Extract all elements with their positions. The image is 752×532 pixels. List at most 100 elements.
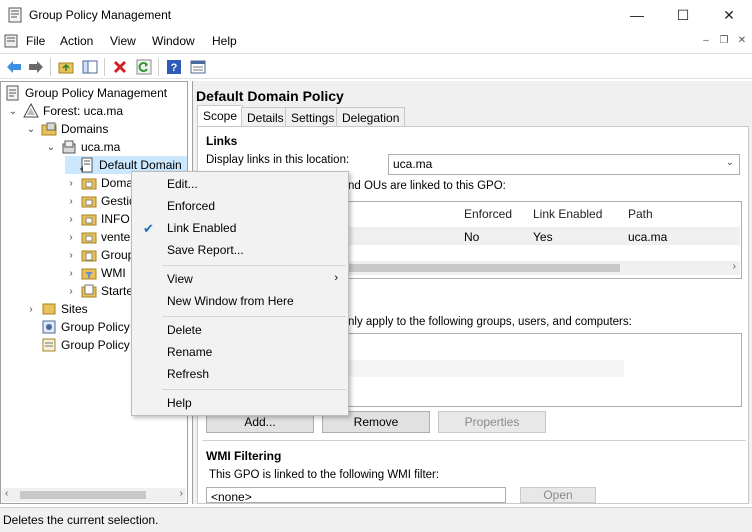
menu-item-label: View [167, 272, 193, 286]
scroll-thumb[interactable] [348, 264, 620, 272]
expand-chevron-icon[interactable]: › [65, 177, 77, 189]
tree-label: Gestic [101, 194, 136, 208]
forward-arrow-icon[interactable] [26, 57, 46, 77]
properties-icon[interactable] [188, 57, 208, 77]
tree-label: Doma [101, 176, 134, 190]
show-hide-tree-icon[interactable] [80, 57, 100, 77]
tree-item-starter-gpos[interactable]: › Starte [65, 282, 133, 300]
tree-item-group-policy-modeling[interactable]: Group Policy [41, 318, 130, 336]
status-text: Deletes the current selection. [3, 513, 159, 527]
menu-view[interactable]: View [110, 34, 136, 48]
location-combobox[interactable]: uca.ma ⌄ [388, 154, 740, 175]
forest-icon [23, 103, 39, 118]
expand-chevron-icon[interactable]: › [65, 285, 77, 297]
console-icon [4, 34, 18, 48]
tab-settings[interactable]: Settings [285, 107, 341, 127]
menu-separator [162, 316, 346, 317]
menu-item-new-window[interactable]: New Window from Here [134, 290, 346, 312]
gpmc-app-icon [8, 7, 22, 23]
open-button[interactable]: Open [520, 487, 596, 503]
expand-chevron-icon[interactable]: › [65, 195, 77, 207]
menu-item-label: Rename [167, 345, 213, 359]
tree-item-domains[interactable]: ⌄ Domains [25, 120, 109, 138]
mdi-close-button[interactable]: ✕ [734, 34, 750, 48]
tree-item-wmi-filters[interactable]: › WMI [65, 264, 125, 282]
close-button[interactable]: ✕ [706, 0, 752, 30]
tree-item-group-policy-objects[interactable]: › Group [65, 246, 134, 264]
menu-item-view[interactable]: View › [134, 268, 346, 290]
tree-item-group-policy-results[interactable]: Group Policy [41, 336, 130, 354]
tab-delegation[interactable]: Delegation [336, 107, 406, 127]
checkmark-icon: ✔ [143, 221, 154, 236]
menu-item-label: Refresh [167, 367, 210, 381]
menu-item-edit[interactable]: Edit... [134, 173, 346, 195]
tree-label: Starte [101, 284, 134, 298]
maximize-button[interactable]: ☐ [660, 0, 706, 30]
menu-item-enforced[interactable]: Enforced [134, 195, 346, 217]
menu-item-link-enabled[interactable]: ✔ Link Enabled [134, 217, 346, 239]
tree-label: Domains [61, 122, 109, 136]
delete-icon[interactable] [110, 57, 130, 77]
tab-scope[interactable]: Scope [197, 105, 244, 127]
tree-item-gpmc-root[interactable]: Group Policy Management [5, 84, 167, 102]
collapse-chevron-icon[interactable]: ⌄ [7, 105, 19, 117]
menu-file[interactable]: File [26, 34, 45, 48]
tree-label: Sites [61, 302, 88, 316]
starter-gpo-folder-icon [81, 284, 97, 298]
tree-item-ou[interactable]: › INFO [65, 210, 129, 228]
expand-chevron-icon[interactable]: › [65, 213, 77, 225]
back-arrow-icon[interactable] [4, 57, 24, 77]
up-folder-icon[interactable] [56, 57, 76, 77]
tree-item-ou[interactable]: › Doma [65, 174, 133, 192]
col-enforced[interactable]: Enforced [464, 207, 512, 221]
tree-label: Group [101, 248, 135, 262]
linked-ous-label: nd OUs are linked to this GPO: [348, 180, 506, 192]
display-links-label: Display links in this location: [206, 154, 350, 166]
menu-item-label: Enforced [167, 199, 216, 213]
svg-text:?: ? [171, 62, 178, 74]
menu-item-help[interactable]: Help [134, 392, 346, 414]
minimize-button[interactable]: — [614, 0, 660, 30]
menu-help[interactable]: Help [212, 34, 237, 48]
menu-action[interactable]: Action [60, 34, 93, 48]
tree-item-sites[interactable]: › Sites [25, 300, 88, 318]
menu-item-refresh[interactable]: Refresh [134, 363, 346, 385]
gp-modeling-icon [42, 320, 56, 334]
tree-horizontal-scrollbar[interactable]: ‹ › [2, 488, 186, 502]
menu-item-rename[interactable]: Rename [134, 341, 346, 363]
tree-item-domain[interactable]: ⌄ uca.ma [45, 138, 121, 156]
menu-window[interactable]: Window [152, 34, 195, 48]
menu-item-label: Link Enabled [167, 221, 237, 235]
cell-path: uca.ma [628, 230, 668, 244]
scroll-thumb[interactable] [20, 491, 146, 499]
wmi-filter-label: This GPO is linked to the following WMI … [209, 469, 440, 481]
menu-separator [162, 265, 346, 266]
tree-label: Group Policy Management [25, 86, 168, 100]
col-link-enabled[interactable]: Link Enabled [533, 207, 602, 221]
mdi-restore-button[interactable]: ❐ [716, 34, 732, 48]
tab-details[interactable]: Details [241, 107, 290, 127]
properties-button[interactable]: Properties [438, 411, 546, 433]
toolbar: ? [0, 53, 752, 79]
tree-item-ou[interactable]: › Gestic [65, 192, 135, 210]
scroll-right-arrow-icon[interactable]: › [180, 488, 183, 499]
refresh-icon[interactable] [134, 57, 154, 77]
scroll-left-arrow-icon[interactable]: ‹ [5, 488, 8, 499]
tree-item-ou[interactable]: › vente [65, 228, 130, 246]
expand-chevron-icon[interactable]: › [65, 231, 77, 243]
expand-chevron-icon[interactable]: › [65, 249, 77, 261]
collapse-chevron-icon[interactable]: ⌄ [45, 141, 57, 153]
mdi-minimize-button[interactable]: – [698, 34, 714, 48]
links-heading: Links [206, 134, 238, 148]
tree-item-forest[interactable]: ⌄ Forest: uca.ma [7, 102, 123, 120]
col-path[interactable]: Path [628, 207, 653, 221]
help-icon[interactable]: ? [164, 57, 184, 77]
cell-link-enabled: Yes [533, 230, 553, 244]
wmi-filter-combobox[interactable]: <none> [206, 487, 506, 503]
expand-chevron-icon[interactable]: › [65, 267, 77, 279]
collapse-chevron-icon[interactable]: ⌄ [25, 123, 37, 135]
menu-item-save-report[interactable]: Save Report... [134, 239, 346, 261]
expand-chevron-icon[interactable]: › [25, 303, 37, 315]
scroll-right-arrow-icon[interactable]: › [733, 261, 736, 272]
menu-item-delete[interactable]: Delete [134, 319, 346, 341]
